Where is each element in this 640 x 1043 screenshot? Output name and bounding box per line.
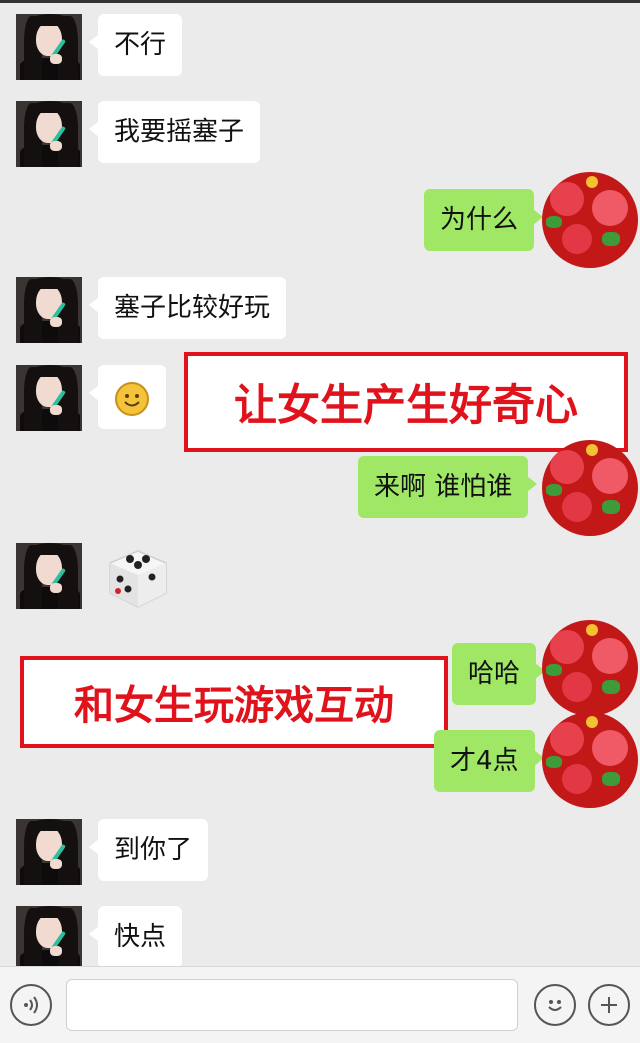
emoji-icon[interactable] xyxy=(534,984,576,1026)
contact-avatar[interactable] xyxy=(16,819,82,885)
my-avatar[interactable] xyxy=(542,712,638,808)
message-bubble[interactable]: 塞子比较好玩 xyxy=(88,277,287,339)
contact-avatar[interactable] xyxy=(16,101,82,167)
contact-avatar[interactable] xyxy=(16,365,82,431)
plus-icon[interactable] xyxy=(588,984,630,1026)
message-bubble[interactable]: 不行 xyxy=(88,14,183,76)
message-bubble[interactable]: 来啊 谁怕谁 xyxy=(358,456,538,518)
message-bubble[interactable]: 哈哈 xyxy=(452,643,546,705)
chat-input-bar xyxy=(0,966,640,1043)
message-bubble[interactable]: 才4点 xyxy=(434,730,544,792)
message-bubble[interactable]: 到你了 xyxy=(88,819,209,881)
annotation-banner: 和女生玩游戏互动 xyxy=(20,656,448,748)
contact-avatar[interactable] xyxy=(16,543,82,609)
message-input[interactable] xyxy=(66,979,518,1031)
smile-emoji-icon xyxy=(115,382,149,416)
contact-avatar[interactable] xyxy=(16,277,82,343)
contact-avatar[interactable] xyxy=(16,14,82,80)
dice-sticker-icon[interactable] xyxy=(104,545,170,615)
message-bubble[interactable]: 我要摇塞子 xyxy=(88,101,261,163)
message-bubble[interactable]: 快点 xyxy=(88,906,183,968)
annotation-banner: 让女生产生好奇心 xyxy=(184,352,628,452)
emoji-message-bubble[interactable] xyxy=(89,365,166,429)
contact-avatar[interactable] xyxy=(16,906,82,972)
message-bubble[interactable]: 为什么 xyxy=(424,189,544,251)
my-avatar[interactable] xyxy=(542,172,638,268)
top-edge xyxy=(0,0,640,3)
my-avatar[interactable] xyxy=(542,440,638,536)
my-avatar[interactable] xyxy=(542,620,638,716)
voice-icon[interactable] xyxy=(10,984,52,1026)
